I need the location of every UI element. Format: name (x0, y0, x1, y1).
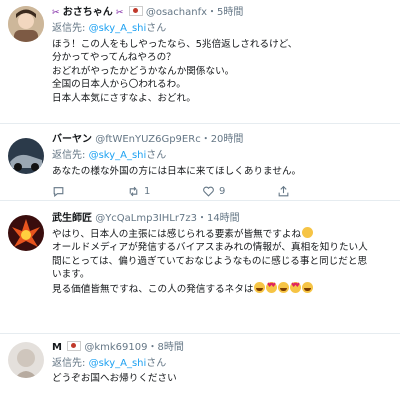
tweet-header: バーヤン @ftWEnYUZ6Gp9ERc・20時間 (52, 133, 243, 146)
timestamp[interactable]: 20時間 (211, 134, 244, 145)
tweet-header: M @kmk69109・8時間 (52, 341, 184, 354)
separator-dot: ・ (147, 342, 158, 353)
avatar-image (8, 6, 44, 42)
tweet-2[interactable]: バーヤン @ftWEnYUZ6Gp9ERc・20時間 返信先: @sky_A_s… (0, 124, 400, 200)
reply-mention[interactable]: @sky_A_shi (89, 23, 147, 34)
separator-dot: ・ (207, 7, 218, 18)
tweet-text: あなたの様な外国の方には日本に来てほしくありません。 (52, 166, 302, 177)
tweet-4[interactable]: M @kmk69109・8時間 返信先: @sky_A_shiさん どうぞお国へ… (0, 334, 400, 410)
reply-context: 返信先: @sky_A_shiさん (52, 149, 166, 162)
japan-flag-icon (67, 341, 82, 351)
separator-dot: ・ (196, 213, 207, 224)
reply-context: 返信先: @sky_A_shiさん (52, 357, 166, 370)
display-name[interactable]: バーヤン (52, 134, 92, 145)
reply-prefix: 返信先: (52, 150, 86, 161)
avatar[interactable] (8, 138, 44, 174)
tweet-text: どうぞお国へお帰りください (52, 373, 177, 384)
reply-icon (53, 186, 64, 197)
reply-prefix: 返信先: (52, 23, 86, 34)
tweet-text-rest: オールドメディアが発信するバイアスまみれの情報が、真相を知りたい人 間にとっては… (52, 242, 368, 295)
reply-suffix: さん (146, 358, 167, 369)
display-name[interactable]: M (52, 342, 62, 353)
reply-suffix: さん (146, 23, 167, 34)
separator-dot: ・ (200, 134, 211, 145)
retweet-icon (129, 186, 138, 196)
retweet-count: 1 (144, 185, 151, 197)
like-count: 9 (219, 185, 226, 197)
user-handle[interactable]: @ftWEnYUZ6Gp9ERc (95, 134, 201, 145)
user-handle[interactable]: @kmk69109 (84, 342, 147, 353)
reply-suffix: さん (146, 150, 167, 161)
heart-icon (203, 186, 214, 197)
grinning-emoji-icon (277, 281, 289, 293)
japan-flag-icon (128, 6, 143, 16)
scissors-icon: ✂ (115, 8, 124, 18)
share-button[interactable] (277, 185, 352, 198)
tweet-3[interactable]: 武生師匠 @YcQaLmp3IHLr7z3・14時間 やはり、日本人の主張には感… (0, 201, 400, 333)
user-handle[interactable]: @osachanfx (146, 7, 207, 18)
grinning-emoji-icon (253, 281, 265, 293)
avatar[interactable] (8, 6, 44, 42)
tweet-text: ほう！この人をもしやったなら、5兆倍返しされるけど、 分かってやってんねやろの？… (52, 39, 298, 104)
share-icon (278, 185, 289, 196)
reply-prefix: 返信先: (52, 358, 86, 369)
scissors-icon: ✂ (52, 8, 60, 18)
retweet-button[interactable]: 1 (127, 185, 202, 198)
tweet-header: 武生師匠 @YcQaLmp3IHLr7z3・14時間 (52, 212, 240, 225)
grinning-emoji-icon (301, 281, 313, 293)
display-name[interactable]: おさちゃん (63, 7, 113, 18)
avatar[interactable] (8, 342, 44, 378)
display-name[interactable]: 武生師匠 (52, 213, 92, 224)
tweet-actions: 1 9 (52, 184, 352, 198)
timestamp[interactable]: 8時間 (157, 342, 183, 353)
reply-mention[interactable]: @sky_A_shi (89, 150, 147, 161)
timestamp[interactable]: 5時間 (217, 7, 243, 18)
tweet-text: やはり、日本人の主張には感じられる要素が皆無ですよね オールドメディアが発信する… (52, 227, 392, 296)
sweat-smile-emoji-icon (301, 227, 313, 238)
timestamp[interactable]: 14時間 (207, 213, 240, 224)
tweet-text-line-1: やはり、日本人の主張には感じられる要素が皆無ですよね (52, 229, 302, 240)
reply-mention[interactable]: @sky_A_shi (89, 358, 147, 369)
reply-context: 返信先: @sky_A_shiさん (52, 22, 166, 35)
heart-eyes-emoji-icon (265, 281, 277, 293)
tweet-header: ✂ おさちゃん ✂ @osachanfx・5時間 (52, 6, 243, 20)
user-handle[interactable]: @YcQaLmp3IHLr7z3 (95, 213, 197, 224)
tweet-1[interactable]: ✂ おさちゃん ✂ @osachanfx・5時間 返信先: @sky_A_shi… (0, 0, 400, 123)
heart-eyes-emoji-icon (289, 281, 301, 293)
avatar-image (8, 215, 44, 251)
avatar-image (8, 138, 44, 174)
like-button[interactable]: 9 (202, 185, 277, 198)
avatar-image (8, 342, 44, 378)
avatar[interactable] (8, 215, 44, 251)
reply-button[interactable] (52, 185, 127, 198)
